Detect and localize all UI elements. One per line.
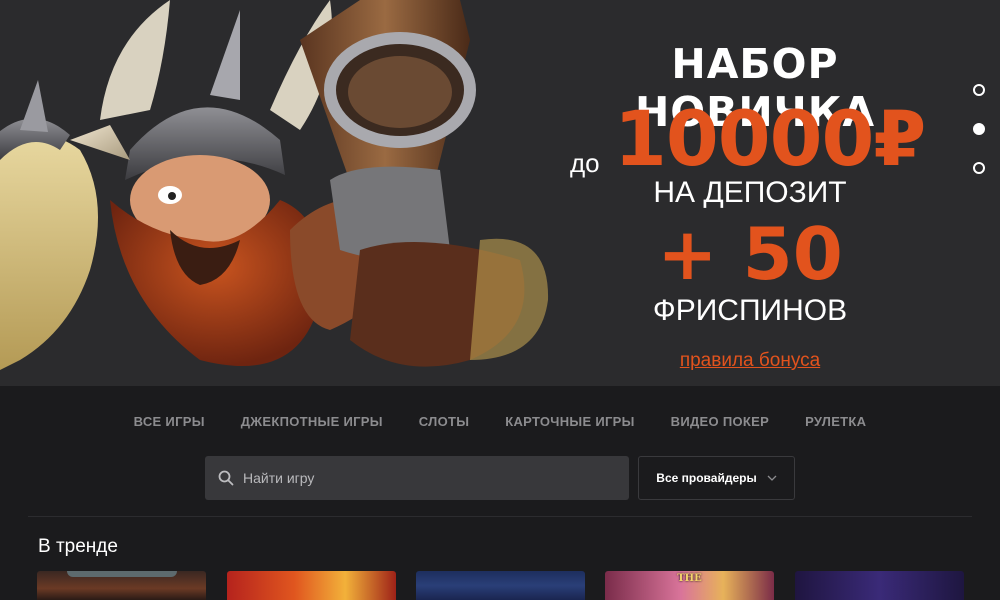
tab-video-poker[interactable]: ВИДЕО ПОКЕР: [653, 414, 787, 429]
search-input[interactable]: [243, 470, 603, 486]
search-icon: [218, 470, 234, 486]
trending-games-row: THE: [37, 571, 967, 600]
category-nav: ВСЕ ИГРЫ ДЖЕКПОТНЫЕ ИГРЫ СЛОТЫ КАРТОЧНЫЕ…: [0, 414, 1000, 429]
tab-all-games[interactable]: ВСЕ ИГРЫ: [116, 414, 223, 429]
game-thumbnail-2[interactable]: [227, 571, 396, 600]
promo-freespins-count: + 50: [657, 212, 843, 296]
game-thumbnail-3[interactable]: [416, 571, 585, 600]
bonus-rules-link[interactable]: правила бонуса: [540, 350, 960, 372]
tab-roulette[interactable]: РУЛЕТКА: [787, 414, 884, 429]
game-thumbnail-4[interactable]: THE: [605, 571, 774, 600]
tab-card-games[interactable]: КАРТОЧНЫЕ ИГРЫ: [487, 414, 652, 429]
provider-select-value: Все провайдеры: [656, 471, 757, 485]
search-box: [205, 456, 629, 500]
viking-illustration: [0, 0, 549, 370]
game-thumbnail-title: THE: [677, 573, 702, 584]
trending-heading: В тренде: [38, 536, 118, 557]
game-thumbnail-5[interactable]: [795, 571, 964, 600]
tab-slots[interactable]: СЛОТЫ: [401, 414, 487, 429]
promo-deposit-label: НА ДЕПОЗИТ: [653, 176, 847, 209]
game-thumbnail-1[interactable]: [37, 571, 206, 600]
promo-freespins-label: ФРИСПИНОВ: [652, 294, 848, 327]
slider-dot-3[interactable]: [973, 162, 985, 174]
promo-amount-prefix: до: [570, 148, 600, 178]
chevron-down-icon: [767, 475, 777, 481]
promo-amount: 10000₽: [614, 94, 926, 183]
promo-amount-row: до 10000₽: [568, 94, 968, 183]
section-divider: [28, 516, 972, 517]
slider-dots: [973, 84, 987, 201]
promo-banner: НАБОР НОВИЧКА до 10000₽ НА ДЕПОЗИТ + 50 …: [0, 0, 1000, 386]
games-section: ВСЕ ИГРЫ ДЖЕКПОТНЫЕ ИГРЫ СЛОТЫ КАРТОЧНЫЕ…: [0, 386, 1000, 600]
provider-select[interactable]: Все провайдеры: [638, 456, 795, 500]
promo-text-block: НАБОР НОВИЧКА до 10000₽ НА ДЕПОЗИТ + 50 …: [540, 0, 960, 386]
slider-dot-1[interactable]: [973, 84, 985, 96]
slider-dot-2[interactable]: [973, 123, 985, 135]
tab-jackpot-games[interactable]: ДЖЕКПОТНЫЕ ИГРЫ: [223, 414, 401, 429]
